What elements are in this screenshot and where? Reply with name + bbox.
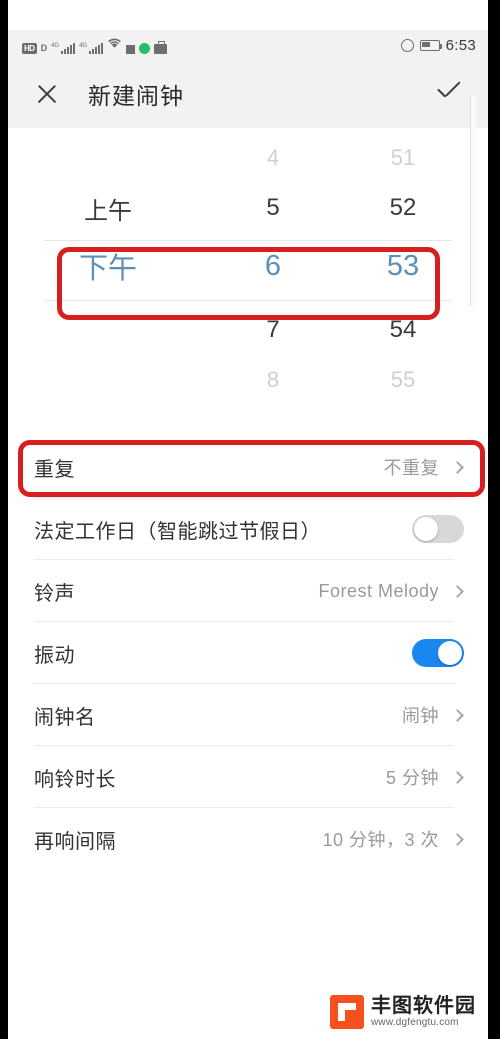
- watermark-logo-icon: [330, 995, 364, 1029]
- briefcase-icon: [154, 41, 168, 54]
- picker-minute-1[interactable]: 52: [338, 194, 468, 222]
- picker-hour-0[interactable]: 4: [208, 145, 338, 171]
- green-dot-icon: [139, 43, 151, 54]
- settings-row-snooze-interval[interactable]: 再响间隔 10 分钟，3 次: [8, 808, 488, 870]
- watermark: 丰图软件园 www.dgfengtu.com: [330, 995, 476, 1029]
- phone-screen: HD D 4G 4G 6:53 新建闹钟 4 51 上午 5 52 下午 6 5…: [8, 0, 488, 1039]
- status-bar: HD D 4G 4G 6:53: [8, 30, 488, 60]
- picker-ampm-selected[interactable]: 下午: [8, 245, 208, 287]
- title-bar: 新建闹钟: [8, 60, 488, 128]
- settings-row-repeat[interactable]: 重复 不重复: [8, 436, 488, 498]
- status-bar-left-icons: HD D 4G 4G: [22, 36, 401, 54]
- settings-row-label: 振动: [34, 644, 75, 667]
- chevron-right-icon: [451, 708, 464, 722]
- watermark-text: 丰图软件园 www.dgfengtu.com: [371, 994, 476, 1029]
- picker-hour-4[interactable]: 8: [208, 367, 338, 393]
- picker-minute-4[interactable]: 55: [338, 367, 468, 393]
- settings-row-value: 10 分钟，3 次: [322, 830, 439, 850]
- settings-row-value: 闹钟: [402, 706, 439, 726]
- picker-divider-top: [44, 240, 452, 241]
- picker-hour-3[interactable]: 7: [208, 316, 338, 344]
- d-icon: D: [40, 43, 48, 53]
- watermark-name: 丰图软件园: [371, 994, 476, 1017]
- chevron-right-icon: [451, 770, 464, 784]
- picker-divider-bottom: [44, 300, 452, 301]
- settings-row-workday[interactable]: 法定工作日（智能跳过节假日）: [8, 498, 488, 560]
- workday-toggle[interactable]: [412, 515, 464, 543]
- settings-row-alarm-name[interactable]: 闹钟名 闹钟: [8, 684, 488, 746]
- vibration-toggle[interactable]: [412, 639, 464, 667]
- settings-row-label: 再响间隔: [34, 830, 116, 853]
- 4g-label-2: 4G: [79, 43, 88, 49]
- status-bar-clock: 6:53: [445, 36, 476, 54]
- page-title: 新建闹钟: [88, 83, 184, 109]
- settings-row-vibration[interactable]: 振动: [8, 622, 488, 684]
- settings-row-value: Forest Melody: [318, 580, 439, 601]
- picker-ampm-1[interactable]: 上午: [8, 191, 208, 226]
- settings-row-label: 闹钟名: [34, 706, 96, 729]
- settings-row-label: 响铃时长: [34, 768, 116, 791]
- signal-bars-2: [89, 43, 104, 54]
- watermark-url: www.dgfengtu.com: [371, 1016, 459, 1028]
- settings-row-value: 不重复: [383, 458, 439, 478]
- settings-row-value: 5 分钟: [385, 768, 439, 788]
- 4g-signal-icon-1: 4G: [51, 43, 76, 54]
- picker-minute-selected[interactable]: 53: [338, 250, 468, 283]
- signal-bars-1: [61, 43, 76, 54]
- settings-row-label: 铃声: [34, 582, 75, 605]
- 4g-label-1: 4G: [51, 43, 60, 49]
- picker-row-above-1[interactable]: 上午 5 52: [8, 178, 488, 238]
- picker-hour-selected[interactable]: 6: [208, 250, 338, 283]
- alarm-icon: [400, 38, 414, 52]
- close-icon[interactable]: [34, 81, 60, 107]
- right-gutter: [488, 0, 500, 1039]
- chevron-right-icon: [451, 460, 464, 474]
- settings-row-label: 法定工作日（智能跳过节假日）: [34, 520, 321, 543]
- check-icon[interactable]: [432, 78, 464, 110]
- settings-row-ring-duration[interactable]: 响铃时长 5 分钟: [8, 746, 488, 808]
- time-picker[interactable]: 4 51 上午 5 52 下午 6 53 7 54 8 55: [8, 128, 488, 428]
- hd-icon: HD: [22, 43, 37, 54]
- 4g-signal-icon-2: 4G: [79, 43, 104, 54]
- square-icon: [126, 45, 136, 54]
- chevron-right-icon: [451, 832, 464, 846]
- settings-row-ringtone[interactable]: 铃声 Forest Melody: [8, 560, 488, 622]
- battery-icon: [419, 39, 442, 51]
- wifi-icon: [107, 36, 122, 54]
- chevron-right-icon: [451, 584, 464, 598]
- picker-row-selected[interactable]: 下午 6 53: [8, 236, 488, 296]
- settings-row-label: 重复: [34, 458, 75, 481]
- status-bar-right: 6:53: [400, 36, 476, 54]
- picker-minute-0[interactable]: 51: [338, 145, 468, 171]
- settings-list: 重复 不重复 法定工作日（智能跳过节假日） 铃声 Forest Melody 振…: [8, 436, 488, 870]
- picker-row-below-2[interactable]: 8 55: [8, 350, 488, 410]
- scroll-edge: [470, 96, 476, 306]
- picker-hour-1[interactable]: 5: [208, 194, 338, 222]
- picker-minute-3[interactable]: 54: [338, 316, 468, 344]
